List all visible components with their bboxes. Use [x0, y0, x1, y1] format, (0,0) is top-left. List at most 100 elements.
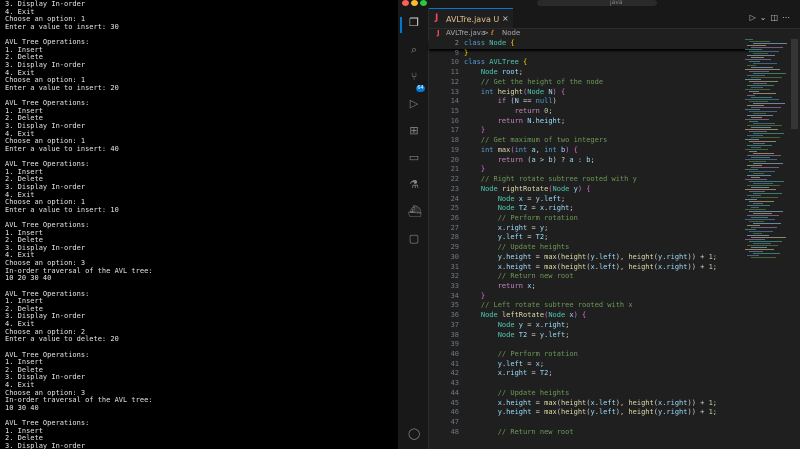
run-debug-icon[interactable]: ▷ [408, 98, 420, 110]
line-number: 10 [450, 58, 459, 67]
extensions-icon[interactable]: ⊞ [408, 125, 420, 137]
close-tab-icon[interactable]: × [502, 14, 509, 23]
code-token: null [535, 97, 553, 106]
code-token: ; [531, 282, 536, 290]
code-token: left [598, 398, 616, 407]
minimap-line [751, 67, 773, 68]
terminal-line: 3. Display In-order [5, 182, 86, 191]
docker-icon[interactable]: ⛴ [408, 206, 422, 218]
code-token: root [501, 68, 519, 77]
more-actions-icon[interactable]: ⋯ [782, 13, 794, 22]
code-token: // Return new root [464, 427, 574, 436]
minimap-line [745, 99, 779, 100]
line-number: 38 [450, 330, 459, 339]
tab-avltre-java[interactable]: J AVLTre.java U × [429, 8, 513, 28]
code-line: // Right rotate subtree rooted with y [464, 176, 637, 183]
minimap-line [749, 221, 764, 222]
line-number: 21 [450, 165, 459, 174]
code-token: right [548, 204, 570, 213]
minimap-line [753, 193, 782, 194]
line-number: 12 [450, 77, 459, 86]
line-number: 42 [450, 369, 459, 378]
editor-actions[interactable]: ▷⌄◫⋯ [750, 13, 794, 22]
account-icon[interactable]: ◯ [408, 428, 420, 440]
code-editor[interactable]: 2 class Node {9} 10 class AVLTree {11 Node … [429, 39, 749, 449]
search-icon[interactable]: ⌕ [408, 44, 420, 56]
code-token: left [544, 194, 561, 203]
breadcrumb-file[interactable]: AVLTre.java [446, 29, 485, 37]
code-token: height [628, 262, 654, 271]
code-token: Node [527, 87, 549, 96]
code-line: class Node { [464, 40, 515, 47]
code-token: // Return new root [464, 272, 574, 281]
minimap-line [751, 97, 772, 98]
minimap-line [745, 59, 771, 60]
active-indicator [400, 17, 402, 33]
source-control-icon[interactable]: ⑂ [408, 71, 420, 83]
code-token: { [573, 145, 578, 154]
close-window-icon[interactable] [402, 0, 409, 6]
code-token: // Update heights [464, 243, 570, 252]
run-file-icon[interactable]: ▷ [750, 13, 760, 22]
code-token: right [506, 223, 528, 232]
breadcrumb-symbol[interactable]: Node [502, 29, 520, 37]
code-line: y.height = max(height(y.left), height(y.… [464, 409, 717, 416]
command-center-search[interactable] [537, 0, 657, 6]
minimap-line [749, 181, 784, 182]
testing-icon[interactable]: ⚗ [408, 179, 420, 191]
code-token: height [560, 398, 587, 407]
terminal-line: 3. Display In-order [5, 60, 86, 69]
minimap[interactable] [745, 39, 790, 259]
code-token: height [560, 252, 587, 261]
minimap-line [749, 141, 776, 142]
code-token: left [598, 252, 616, 261]
activity-bar: ❐ ⌕ ⑂ 64 ▷ ⊞ ▭ ⚗ ⛴ ▢ ◯ [400, 8, 429, 449]
code-token: // Left rotate subtree rooted with x [464, 301, 633, 310]
code-token: left [598, 262, 616, 271]
code-token: class [464, 39, 490, 47]
explorer-icon[interactable]: ❐ [408, 17, 420, 29]
remote-explorer-icon[interactable]: ▭ [408, 152, 420, 164]
maximize-window-icon[interactable] [420, 0, 427, 6]
terminal-line: 4. Exit [5, 320, 35, 329]
line-number: 39 [450, 340, 459, 349]
minimap-line [753, 103, 785, 104]
code-line: // Get maximum of two integers [464, 137, 607, 144]
code-token: { [510, 39, 515, 47]
line-number: 15 [450, 107, 459, 116]
code-token: )) + [687, 408, 709, 417]
minimap-line [749, 111, 777, 112]
breadcrumb-separator: > [483, 29, 489, 37]
line-number: 37 [450, 320, 459, 329]
code-token: ; [548, 107, 553, 116]
code-line: Node x = y.left; [464, 194, 565, 203]
terminal-line: 3. Display In-order [5, 121, 86, 130]
minimap-line [747, 235, 769, 236]
minimize-window-icon[interactable] [411, 0, 418, 6]
minimap-line [747, 135, 763, 136]
chevron-down-icon[interactable]: ⌄ [760, 13, 771, 22]
code-token: right [506, 369, 528, 378]
line-number: 47 [450, 418, 459, 427]
tab-label: AVLTre.java U [446, 15, 500, 24]
chat-icon[interactable]: ▢ [408, 233, 420, 245]
editor-scrollbar[interactable] [791, 39, 798, 129]
code-token: : [573, 155, 587, 164]
minimap-line [753, 83, 767, 84]
minimap-line [749, 91, 759, 92]
code-line: // Return new root [464, 427, 574, 436]
terminal-panel[interactable]: 3. Display In-order 4. Exit Choose an opti… [0, 0, 398, 449]
code-token: , [535, 145, 545, 154]
minimap-line [753, 43, 787, 44]
split-editor-icon[interactable]: ◫ [770, 13, 782, 22]
code-token: class [464, 58, 490, 67]
code-token: Node [548, 311, 570, 320]
line-number: 26 [450, 213, 459, 222]
